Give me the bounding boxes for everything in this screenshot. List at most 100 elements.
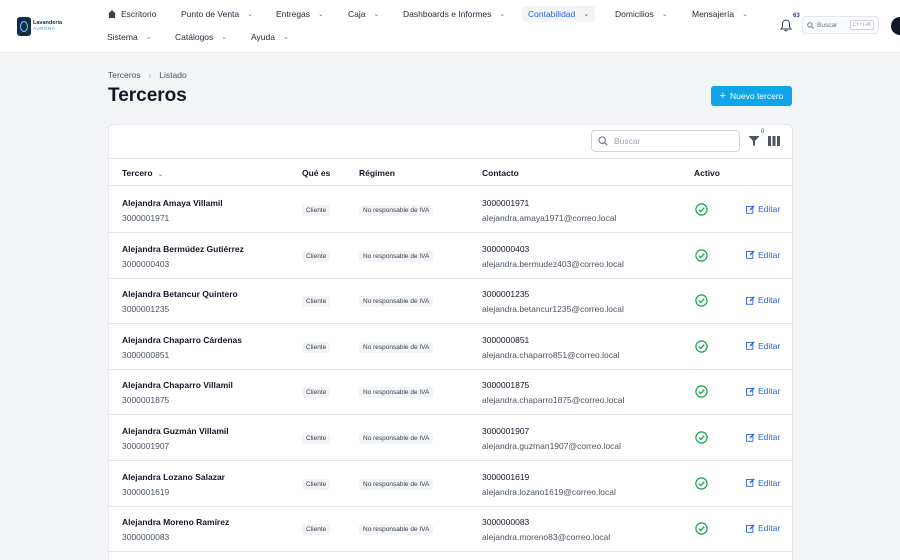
global-search-button[interactable]: Buscar Ctrl+K [802,16,879,34]
tercero-type-badge: Cliente [302,205,331,216]
edit-label: Editar [758,523,781,534]
user-avatar[interactable] [891,17,900,35]
table-row[interactable]: Alejandra Betancur Quintero 3000001235 Cli… [109,278,792,325]
nav-mensajeria[interactable]: Mensajería ⌄ [692,9,748,19]
edit-button[interactable]: Editar [746,204,780,214]
tercero-name: Alejandra Betancur Quintero [122,289,238,300]
tercero-name: Alejandra Chaparro Villamil [122,380,233,391]
edit-icon [746,387,755,396]
nav-label: Sistema [107,32,138,42]
brand-logo[interactable]: Lavandería AURORA [17,16,63,36]
edit-button[interactable]: Editar [746,341,780,351]
nav-ayuda[interactable]: Ayuda ⌄ [251,32,289,42]
tercero-id: 3000000083 [122,532,170,543]
tercero-phone: 3000000403 [482,243,530,254]
nav-punto-de-venta[interactable]: Punto de Venta ⌄ [181,9,253,19]
tercero-type-badge: Cliente [302,296,331,308]
column-header-tercero[interactable]: Tercero ⌄ [122,168,163,178]
tercero-phone: 3000000083 [482,517,530,528]
nav-entregas[interactable]: Entregas ⌄ [276,9,324,19]
tercero-regime-badge: No responsable de IVA [359,433,434,444]
tercero-phone: 3000001907 [482,426,530,436]
tercero-type-badge: Cliente [302,387,331,399]
nav-label: Punto de Venta [181,9,240,19]
tercero-phone: 3000000851 [482,334,530,345]
nav-domicilios[interactable]: Domicilios ⌄ [615,9,668,19]
edit-button[interactable]: Editar [746,250,780,260]
table-row[interactable]: Alejandra Guzmán Villamil 3000001907 Clien… [109,415,792,461]
table-row[interactable]: Alejandra Bermúdez Gutiérrez 3000000403 Cl… [109,233,792,279]
table-search-input[interactable] [614,136,724,146]
edit-label: Editar [758,204,781,214]
tercero-regime-badge: No responsable de IVA [359,205,434,216]
tercero-email: alejandra.guzman1907@correo.local [482,441,622,451]
chevron-down-icon: ⌄ [145,34,152,41]
new-tercero-button[interactable]: + Nuevo tercero [711,86,792,106]
edit-label: Editar [758,432,781,442]
brand-logo-mark [17,16,31,36]
nav-escritorio[interactable]: Escritorio [107,9,156,19]
table-row[interactable]: Alejandra Chaparro Villamil 3000001875 Cli… [109,369,792,416]
tercero-name: Alejandra Chaparro Cárdenas [122,334,242,345]
breadcrumb-parent-link[interactable]: Terceros [108,70,141,80]
tercero-id: 3000000851 [122,349,170,360]
nav-contabilidad[interactable]: Contabilidad ⌄ [522,6,596,22]
nav-catalogos[interactable]: Catálogos ⌄ [175,32,227,42]
edit-button[interactable]: Editar [746,295,780,305]
tercero-phone: 3000001875 [482,380,530,391]
nav-dashboards[interactable]: Dashboards e Informes ⌄ [403,9,505,19]
chevron-down-icon: ⌄ [742,11,748,18]
active-check-icon [695,248,708,262]
edit-button[interactable]: Editar [746,523,780,533]
tercero-name: Alejandra Guzmán Villamil [122,426,229,436]
columns-icon[interactable] [768,136,780,146]
bell-icon[interactable] [780,19,792,32]
chevron-down-icon: ⌄ [499,11,506,18]
table-row[interactable]: Alejandra Lozano Salazar 3000001619 Client… [109,461,792,507]
table-search [591,130,740,152]
nav-label: Contabilidad [528,9,576,19]
tercero-email: alejandra.moreno83@correo.local [482,532,611,543]
column-header-regimen[interactable]: Régimen [359,168,395,178]
tercero-regime-badge: No responsable de IVA [359,478,434,490]
column-header-activo[interactable]: Activo [694,168,720,178]
active-check-icon [695,294,708,307]
new-tercero-label: Nuevo tercero [730,91,784,101]
edit-button[interactable]: Editar [746,432,780,442]
edit-icon [746,341,755,351]
tercero-id: 3000001907 [122,441,170,451]
tercero-regime-badge: No responsable de IVA [359,341,434,353]
tercero-type-badge: Cliente [302,341,331,353]
tercero-phone: 3000001971 [482,198,530,208]
edit-icon [746,432,755,442]
search-shortcut-hint: Ctrl+K [849,20,874,30]
breadcrumb-current: Listado [159,70,187,80]
filter-icon[interactable] [748,135,760,147]
tercero-email: alejandra.amaya1971@correo.local [482,213,617,223]
chevron-down-icon: ⌄ [583,11,590,18]
edit-button[interactable]: Editar [746,386,780,396]
tercero-email: alejandra.chaparro1875@correo.local [482,395,625,406]
table-row[interactable]: Alejandra Moreno Ramírez 3000000083 Client… [109,506,792,553]
tercero-name: Alejandra Lozano Salazar [122,471,225,482]
nav-label: Escritorio [121,9,157,19]
column-header-que-es[interactable]: Qué es [302,168,330,178]
table-row[interactable]: Alejandra Amaya Villamil 3000001971 Client… [109,187,792,233]
terceros-table-card: 0 Tercero ⌄ Qué es Régimen Contacto Activ… [108,124,793,560]
nav-label: Catálogos [175,32,214,42]
nav-caja[interactable]: Caja ⌄ [348,9,379,19]
tercero-type-badge: Cliente [302,250,331,262]
nav-label: Ayuda [251,32,275,42]
search-icon [807,21,814,29]
chevron-down-icon: ⌄ [318,11,324,18]
table-row[interactable]: Alejandra Chaparro Cárdenas 3000000851 Cli… [109,324,792,370]
tercero-email: alejandra.chaparro851@correo.local [482,349,620,360]
nav-label: Dashboards e Informes [403,9,492,19]
column-header-contacto[interactable]: Contacto [482,168,519,178]
active-check-icon [695,431,708,444]
nav-sistema[interactable]: Sistema ⌄ [107,32,152,42]
brand-subname: AURORA [33,25,56,31]
edit-button[interactable]: Editar [746,478,780,488]
breadcrumb: Terceros › Listado [108,70,187,80]
tercero-id: 3000000403 [122,258,170,269]
